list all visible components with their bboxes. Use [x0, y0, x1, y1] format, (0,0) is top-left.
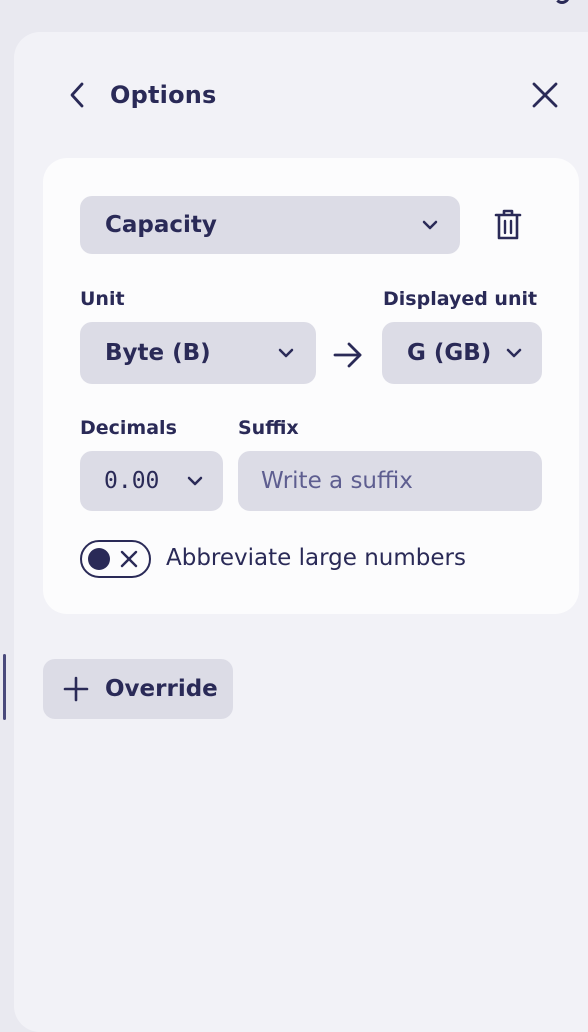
corner-partial-icon [554, 0, 570, 4]
displayed-unit-value: G (GB) [407, 340, 492, 366]
delete-button[interactable] [484, 200, 532, 250]
panel-title: Options [110, 81, 217, 109]
unit-label: Unit [80, 288, 125, 310]
override-button[interactable]: Override [43, 659, 233, 719]
abbreviate-toggle[interactable] [80, 540, 151, 578]
displayed-unit-label: Displayed unit [383, 288, 538, 310]
decimals-value: 0.00 [104, 468, 160, 494]
unit-select-value: Byte (B) [105, 340, 211, 366]
displayed-unit-select[interactable]: G (GB) [382, 322, 542, 384]
chevron-down-icon [278, 348, 294, 358]
decimals-select[interactable]: 0.00 [80, 451, 223, 511]
close-icon [532, 82, 558, 108]
chevron-left-icon [70, 82, 84, 108]
decimals-label: Decimals [80, 417, 177, 439]
override-label: Override [105, 676, 218, 702]
toggle-off-x-icon [120, 550, 138, 568]
chevron-down-icon [422, 220, 438, 230]
chevron-down-icon [506, 348, 522, 358]
close-button[interactable] [524, 76, 566, 114]
resize-handle[interactable] [3, 654, 6, 720]
panel-header: Options [0, 62, 588, 128]
field-select[interactable]: Capacity [80, 196, 460, 254]
plus-icon [63, 676, 89, 702]
back-button[interactable] [60, 76, 94, 114]
suffix-input[interactable] [238, 451, 542, 511]
arrow-right-icon [333, 342, 362, 368]
suffix-label: Suffix [238, 417, 299, 439]
toggle-knob [88, 548, 110, 570]
unit-select[interactable]: Byte (B) [80, 322, 316, 384]
field-select-value: Capacity [105, 212, 217, 238]
left-strip [0, 0, 14, 999]
abbreviate-label: Abbreviate large numbers [166, 545, 466, 571]
trash-icon [494, 209, 522, 240]
chevron-down-icon [187, 476, 203, 486]
